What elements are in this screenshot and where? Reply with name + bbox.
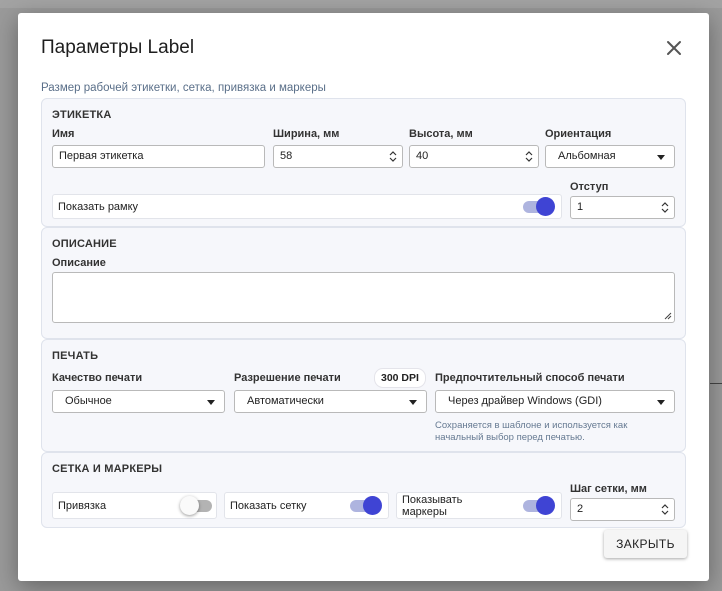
close-button[interactable]: ЗАКРЫТЬ [604, 530, 687, 558]
indent-field[interactable]: 1 [570, 196, 675, 219]
label-section: ЭТИКЕТКА Имя Первая этикетка Ширина, мм … [41, 98, 686, 227]
description-label: Описание [52, 257, 106, 269]
name-label: Имя [52, 128, 75, 140]
show-grid-switch[interactable] [350, 496, 382, 515]
switch-knob [363, 496, 382, 515]
show-frame-toggle-row[interactable]: Показать рамку [52, 194, 562, 219]
indent-value: 1 [577, 201, 584, 213]
show-frame-label: Показать рамку [58, 201, 139, 213]
name-input[interactable]: Первая этикетка [52, 145, 265, 168]
width-label: Ширина, мм [273, 128, 340, 140]
print-section-title: ПЕЧАТЬ [52, 350, 99, 362]
dialog-title: Параметры Label [41, 37, 195, 58]
resolution-value: Автоматически [247, 395, 324, 407]
width-value: 58 [280, 150, 293, 162]
chevron-down-icon [657, 400, 665, 405]
show-markers-label-line1: Показывать [402, 494, 463, 506]
grid-step-value: 2 [577, 503, 584, 515]
grid-section: СЕТКА И МАРКЕРЫ Привязка Показать сетку … [41, 452, 686, 528]
snap-label: Привязка [58, 500, 107, 512]
stepper-icon[interactable] [661, 201, 669, 214]
quality-value: Обычное [65, 395, 112, 407]
width-field[interactable]: 58 [273, 145, 403, 168]
show-grid-label: Показать сетку [230, 500, 307, 512]
grid-step-field[interactable]: 2 [570, 498, 675, 521]
close-icon[interactable] [664, 38, 684, 58]
chevron-down-icon [409, 400, 417, 405]
stepper-icon[interactable] [661, 503, 669, 516]
switch-knob [536, 496, 555, 515]
orientation-label: Ориентация [545, 128, 612, 140]
height-value: 40 [416, 150, 429, 162]
label-settings-dialog: Параметры Label Размер рабочей этикетки,… [18, 13, 709, 581]
switch-knob [536, 197, 555, 216]
show-grid-toggle-row[interactable]: Показать сетку [224, 492, 389, 519]
orientation-value: Альбомная [558, 150, 616, 162]
description-section-title: ОПИСАНИЕ [52, 238, 117, 250]
show-markers-toggle-row[interactable]: Показывать маркеры [396, 492, 562, 519]
show-markers-switch[interactable] [523, 496, 555, 515]
height-label: Высота, мм [409, 128, 473, 140]
print-method-label: Предпочтительный способ печати [435, 372, 625, 384]
snap-switch[interactable] [180, 496, 212, 515]
indent-label: Отступ [570, 181, 609, 193]
snap-toggle-row[interactable]: Привязка [52, 492, 217, 519]
quality-label: Качество печати [52, 372, 143, 384]
background-ruler-mark [710, 383, 722, 384]
resolution-label: Разрешение печати [234, 372, 341, 384]
quality-select[interactable]: Обычное [52, 390, 225, 413]
description-textarea[interactable] [52, 272, 675, 323]
orientation-select[interactable]: Альбомная [545, 145, 675, 168]
height-field[interactable]: 40 [409, 145, 539, 168]
print-method-value: Через драйвер Windows (GDI) [448, 395, 602, 407]
grid-section-title: СЕТКА И МАРКЕРЫ [52, 463, 163, 475]
resolution-dpi-badge: 300 DPI [374, 368, 426, 388]
show-frame-switch[interactable] [523, 197, 555, 216]
print-method-hint-line2: начальный выбор перед печатью. [435, 432, 585, 443]
print-section: ПЕЧАТЬ Качество печати Обычное Разрешени… [41, 339, 686, 452]
background-toolbar [0, 0, 722, 8]
chevron-down-icon [207, 400, 215, 405]
print-method-hint-line1: Сохраняется в шаблоне и используется как [435, 420, 628, 431]
description-section: ОПИСАНИЕ Описание [41, 227, 686, 339]
label-section-title: ЭТИКЕТКА [52, 109, 112, 121]
grid-step-label: Шаг сетки, мм [570, 483, 647, 495]
switch-knob [180, 496, 199, 515]
resize-handle-icon[interactable] [664, 312, 672, 320]
chevron-down-icon [657, 155, 665, 160]
stepper-icon[interactable] [389, 150, 397, 163]
show-markers-label-line2: маркеры [402, 506, 447, 518]
print-method-select[interactable]: Через драйвер Windows (GDI) [435, 390, 675, 413]
dialog-subtitle: Размер рабочей этикетки, сетка, привязка… [41, 82, 326, 94]
stepper-icon[interactable] [525, 150, 533, 163]
resolution-select[interactable]: Автоматически [234, 390, 427, 413]
